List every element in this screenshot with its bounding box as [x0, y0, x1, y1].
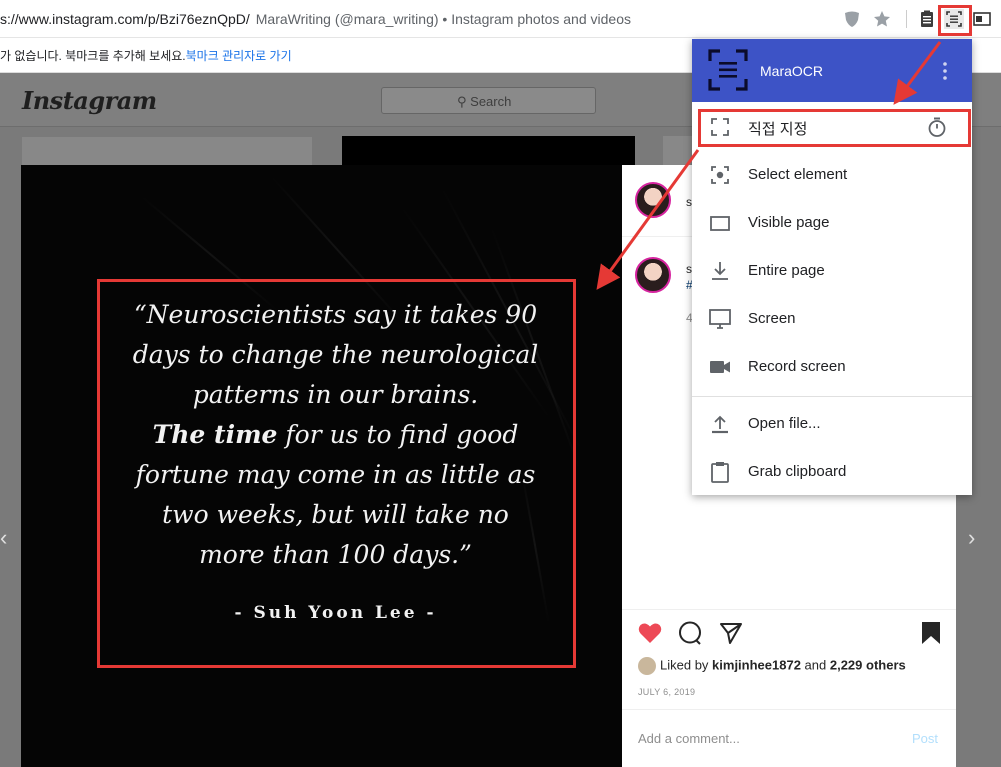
- popup-header: MaraOCR: [692, 39, 972, 102]
- background-post-left: [22, 137, 312, 167]
- visible-page-icon: [710, 216, 730, 231]
- menu-item-entire-page[interactable]: Entire page: [692, 247, 972, 295]
- quote-line: “Neuroscientists say it takes 90: [133, 300, 538, 329]
- search-placeholder: ⚲ Search: [457, 94, 512, 109]
- monitor-icon: [709, 309, 731, 329]
- quote-line: patterns in our brains.: [192, 380, 479, 409]
- menu-item-label: Select element: [748, 166, 848, 183]
- previous-post-icon[interactable]: ‹: [0, 525, 7, 551]
- quote-line: The time for us to find good: [152, 420, 519, 449]
- likes-summary[interactable]: Liked by kimjinhee1872 and 2,229 others: [638, 657, 906, 675]
- heart-icon[interactable]: [637, 620, 663, 646]
- address-bar[interactable]: s://www.instagram.com/p/Bzi76eznQpD/Mara…: [0, 0, 1001, 38]
- popup-title: MaraOCR: [760, 63, 824, 79]
- post-date: JULY 6, 2019: [638, 687, 696, 697]
- quote-line: days to change the neurological: [132, 340, 539, 369]
- maraocr-logo-icon: [708, 49, 748, 91]
- url-text[interactable]: s://www.instagram.com/p/Bzi76eznQpD/Mara…: [0, 11, 631, 27]
- menu-item-open-file[interactable]: Open file...: [692, 400, 972, 448]
- url: s://www.instagram.com/p/Bzi76eznQpD/: [0, 11, 250, 27]
- menu-item-record-screen[interactable]: Record screen: [692, 343, 972, 391]
- toolbar-divider: [906, 10, 907, 28]
- search-icon: ⚲: [457, 94, 467, 109]
- page-title: MaraWriting (@mara_writing) • Instagram …: [255, 11, 631, 27]
- instagram-logo[interactable]: Instagram: [22, 86, 157, 115]
- menu-item-screen[interactable]: Screen: [692, 295, 972, 343]
- shield-icon[interactable]: [842, 9, 862, 29]
- download-icon: [712, 262, 728, 280]
- liker-avatar: [638, 657, 656, 675]
- bookmark-empty-text: 가 없습니다. 북마크를 추가해 보세요.: [0, 49, 186, 63]
- quote-line: two weeks, but will take no: [162, 500, 509, 529]
- menu-divider: [692, 396, 972, 397]
- menu-item-label: Record screen: [748, 358, 846, 375]
- menu-item-grab-clipboard[interactable]: Grab clipboard: [692, 448, 972, 496]
- clipboard-icon: [711, 462, 729, 483]
- divider: [622, 609, 956, 610]
- menu-item-label: Grab clipboard: [748, 463, 847, 480]
- next-post-icon[interactable]: ›: [968, 525, 975, 551]
- menu-item-highlight: [698, 109, 971, 147]
- avatar[interactable]: [635, 182, 671, 218]
- avatar[interactable]: [635, 257, 671, 293]
- comment-icon[interactable]: [677, 620, 703, 646]
- menu-item-label: Visible page: [748, 214, 830, 231]
- maraocr-popup: MaraOCR 직접 지정 Select element Visible pag…: [692, 39, 972, 495]
- menu-item-label: Screen: [748, 310, 796, 327]
- extension-icon-highlight: [938, 5, 972, 36]
- menu-item-visible-page[interactable]: Visible page: [692, 199, 972, 247]
- quote-author: - Suh Yoon Lee -: [234, 603, 437, 623]
- post-image: “Neuroscientists say it takes 90 days to…: [21, 165, 622, 767]
- bookmark-manager-link[interactable]: 북마크 관리자로 가기: [186, 49, 292, 63]
- video-camera-icon: [710, 361, 730, 373]
- menu-item-label: Entire page: [748, 262, 825, 279]
- post-comment-button[interactable]: Post: [912, 731, 938, 746]
- quote-line: more than 100 days.”: [199, 540, 472, 569]
- bookmark-message: 가 없습니다. 북마크를 추가해 보세요.북마크 관리자로 가기: [0, 47, 292, 64]
- divider: [622, 709, 956, 710]
- quote-line: fortune may come in as little as: [135, 460, 536, 489]
- more-vert-icon[interactable]: [938, 59, 952, 83]
- window-icon[interactable]: [972, 9, 992, 29]
- share-icon[interactable]: [718, 620, 744, 646]
- quote-text: “Neuroscientists say it takes 90 days to…: [113, 295, 558, 575]
- bookmark-icon[interactable]: [918, 620, 944, 646]
- select-element-icon: [711, 166, 729, 184]
- clipboard-icon[interactable]: [917, 9, 937, 29]
- upload-icon: [712, 415, 728, 434]
- menu-item-label: Open file...: [748, 415, 821, 432]
- comment-input[interactable]: Add a comment...: [638, 731, 740, 746]
- search-input[interactable]: ⚲ Search: [381, 87, 596, 114]
- star-icon[interactable]: [872, 9, 892, 29]
- menu-item-select-element[interactable]: Select element: [692, 151, 972, 199]
